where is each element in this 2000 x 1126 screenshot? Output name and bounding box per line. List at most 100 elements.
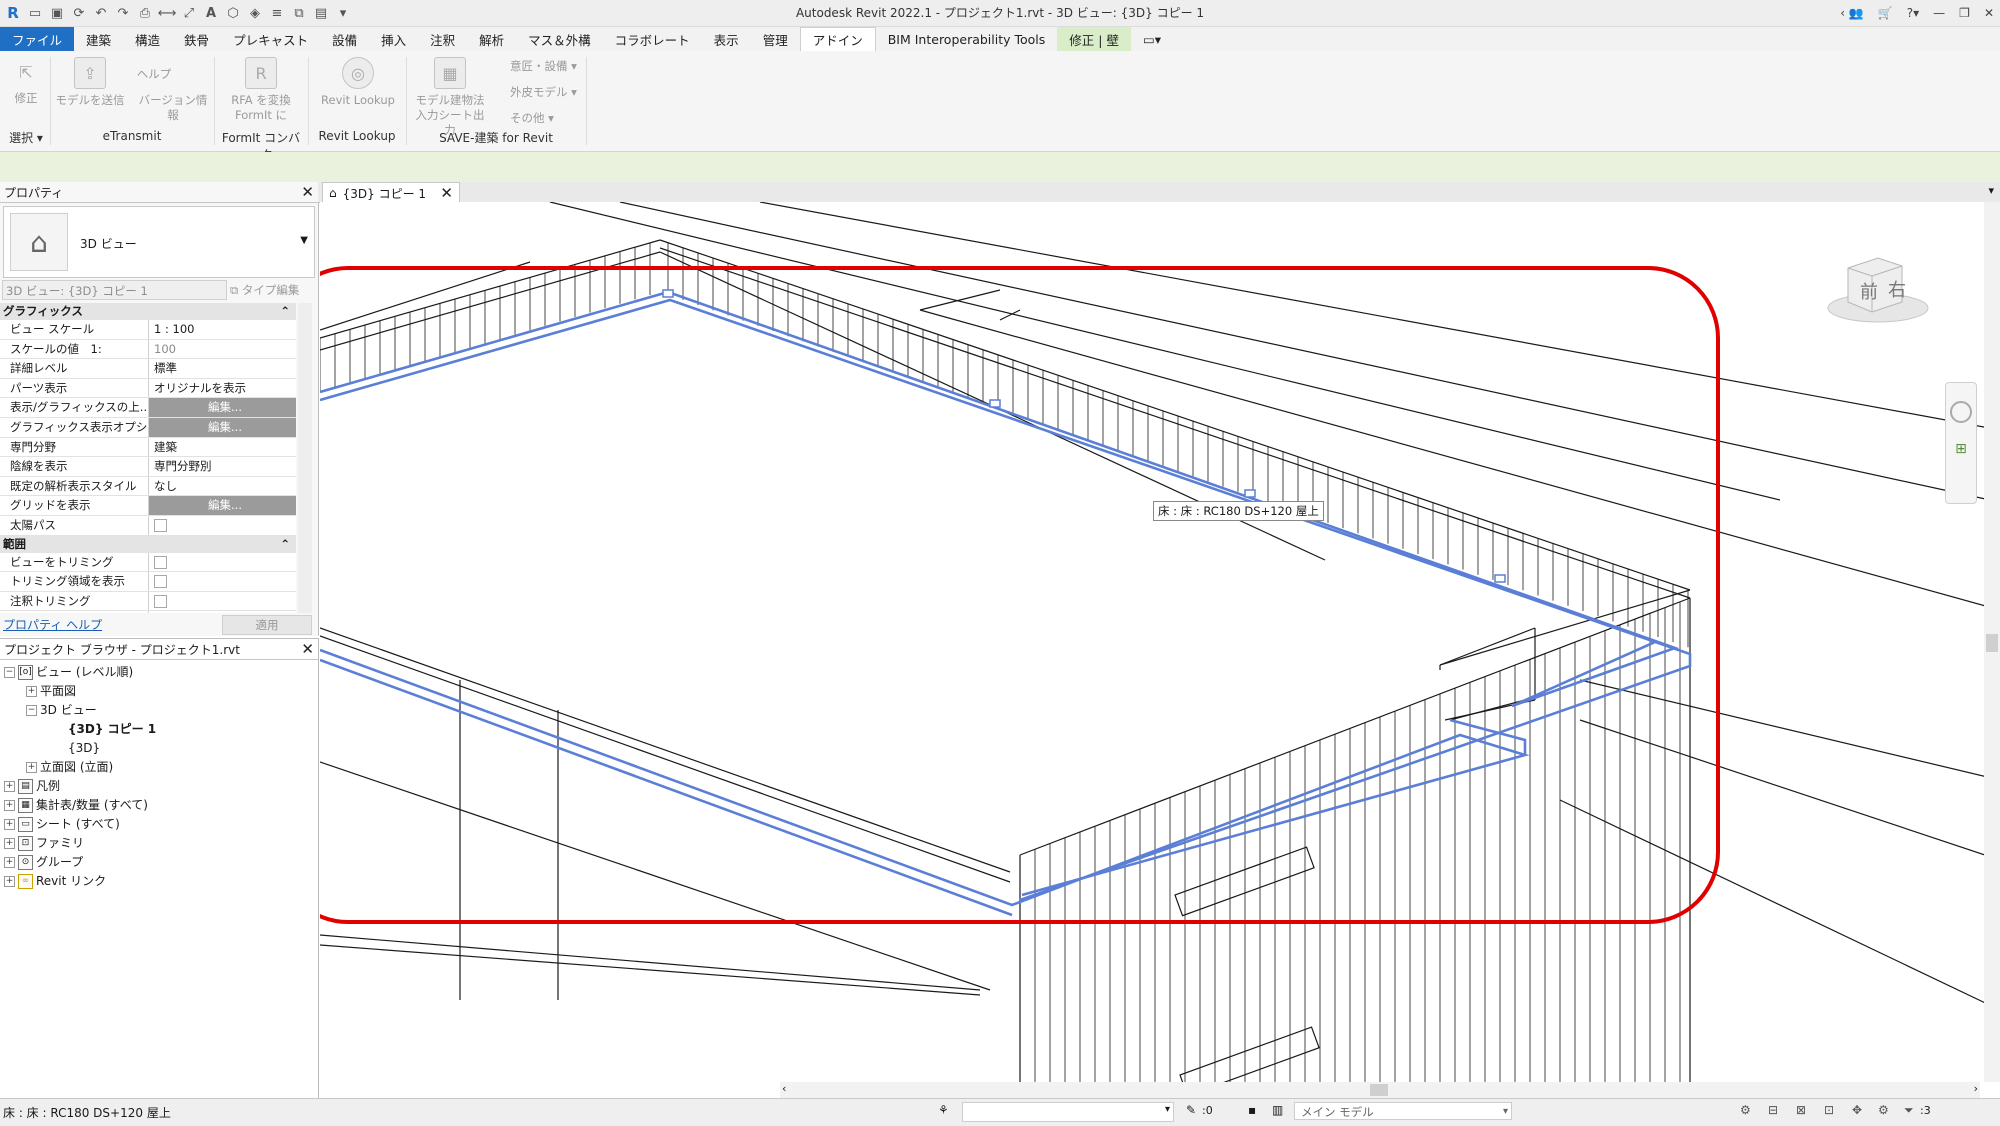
tree-item-views[interactable]: − [o] ビュー (レベル順) bbox=[4, 663, 133, 681]
collapse-icon[interactable]: ⌃ bbox=[280, 303, 290, 320]
expand-toggle-icon[interactable]: + bbox=[4, 837, 15, 849]
tab-modify-wall[interactable]: 修正 | 壁 bbox=[1057, 27, 1131, 51]
expand-toggle-icon[interactable]: + bbox=[4, 856, 15, 868]
prop-value[interactable]: 標準 bbox=[149, 359, 296, 378]
type-selector[interactable]: ⌂ 3D ビュー ▼ bbox=[3, 206, 315, 278]
infocenter-search-icon[interactable]: ‹ 👥 bbox=[1840, 6, 1864, 20]
checkbox[interactable] bbox=[154, 575, 167, 589]
tree-item-plans[interactable]: + 平面図 bbox=[26, 682, 76, 700]
close-window-button[interactable]: ✕ bbox=[1984, 6, 1994, 20]
drawing-area[interactable]: 床 : 床 : RC180 DS+120 屋上 前 右 ⊞ bbox=[320, 202, 2000, 1082]
tab-analyze[interactable]: 解析 bbox=[467, 27, 516, 51]
prop-value[interactable]: オリジナルを表示 bbox=[149, 378, 296, 398]
expand-toggle-icon[interactable]: + bbox=[26, 685, 37, 697]
skin-model-dropdown[interactable]: 外皮モデル ▾ bbox=[510, 85, 577, 100]
tab-bim-interoperability[interactable]: BIM Interoperability Tools bbox=[876, 27, 1058, 51]
expand-toggle-icon[interactable]: + bbox=[4, 818, 15, 830]
select-by-face-icon[interactable]: ⊡ bbox=[1824, 1103, 1834, 1117]
tree-item-groups[interactable]: + ⊙ グループ bbox=[4, 853, 83, 871]
edit-button[interactable]: 編集... bbox=[149, 398, 296, 417]
editing-requests-icon[interactable]: ✎ bbox=[1186, 1103, 1196, 1117]
tab-insert[interactable]: 挿入 bbox=[369, 27, 418, 51]
background-process-icon[interactable]: ⚙ bbox=[1878, 1103, 1889, 1117]
help-button[interactable]: ヘルプ bbox=[134, 67, 174, 82]
edit-button[interactable]: 編集... bbox=[149, 417, 296, 437]
chevron-down-icon[interactable]: ▾ bbox=[1165, 1104, 1170, 1115]
viewcube-front[interactable]: 前 bbox=[1860, 278, 1878, 304]
model-icon[interactable]: ▥ bbox=[1272, 1103, 1283, 1117]
view-tab[interactable]: ⌂ {3D} コピー 1 ✕ bbox=[322, 182, 460, 203]
cart-icon[interactable]: 🛒 bbox=[1878, 6, 1893, 20]
collapse-icon[interactable]: ⌃ bbox=[280, 536, 290, 553]
prop-value[interactable]: なし bbox=[149, 476, 296, 496]
design-equipment-dropdown[interactable]: 意匠・設備 ▾ bbox=[510, 59, 577, 74]
tree-item-3d-copy1[interactable]: {3D} コピー 1 bbox=[68, 720, 156, 738]
select-links-icon[interactable]: ⚙ bbox=[1740, 1103, 1751, 1117]
chevron-down-icon[interactable]: ▾ bbox=[1503, 1103, 1508, 1121]
tab-annotate[interactable]: 注釈 bbox=[418, 27, 467, 51]
instance-selector[interactable]: 3D ビュー: {3D} コピー 1 bbox=[2, 280, 227, 300]
zoom-icon[interactable]: ⊞ bbox=[1953, 441, 1969, 457]
steering-wheel-icon[interactable] bbox=[1950, 401, 1972, 423]
send-model-button[interactable]: ⇪ モデルを送信 bbox=[54, 57, 126, 108]
version-info-button[interactable]: バージョン情報 bbox=[134, 93, 212, 123]
tab-steel[interactable]: 鉄骨 bbox=[172, 27, 221, 51]
expand-toggle-icon[interactable]: + bbox=[4, 780, 15, 792]
scroll-left-icon[interactable]: ‹ bbox=[782, 1082, 786, 1095]
close-icon[interactable]: ✕ bbox=[301, 183, 314, 201]
prop-value[interactable]: 1 : 100 bbox=[149, 320, 296, 339]
model-3d-view[interactable] bbox=[320, 202, 2000, 1082]
scroll-right-icon[interactable]: › bbox=[1974, 1082, 1978, 1095]
design-option-dropdown[interactable]: メイン モデル ▾ bbox=[1294, 1102, 1512, 1120]
modify-button[interactable]: ⇱ 修正 bbox=[6, 57, 46, 106]
properties-scrollbar[interactable] bbox=[298, 303, 312, 613]
prop-value[interactable]: 建築 bbox=[149, 437, 296, 457]
scroll-thumb[interactable] bbox=[1370, 1084, 1388, 1096]
tab-addins[interactable]: アドイン bbox=[799, 27, 876, 51]
group-graphics[interactable]: グラフィックス ⌃ bbox=[0, 303, 296, 320]
expand-toggle-icon[interactable]: + bbox=[4, 799, 15, 811]
edit-type-button[interactable]: ⧉ タイプ編集 bbox=[230, 280, 310, 300]
panel-toggle-icon[interactable]: ▭▾ bbox=[1131, 27, 1173, 51]
revit-lookup-button[interactable]: ◎ Revit Lookup bbox=[318, 57, 398, 108]
tree-item-elevations[interactable]: + 立面図 (立面) bbox=[26, 758, 113, 776]
horizontal-scrollbar[interactable]: ‹ › bbox=[780, 1082, 1980, 1098]
rfa-convert-button[interactable]: R RFA を変換 FormIt に bbox=[228, 57, 294, 123]
scroll-thumb[interactable] bbox=[1986, 634, 1998, 652]
tab-systems[interactable]: 設備 bbox=[320, 27, 369, 51]
tab-precast[interactable]: プレキャスト bbox=[221, 27, 320, 51]
select-pinned-icon[interactable]: ⊠ bbox=[1796, 1103, 1806, 1117]
close-tab-icon[interactable]: ✕ bbox=[440, 184, 453, 202]
checkbox[interactable] bbox=[154, 594, 167, 608]
minimize-button[interactable]: — bbox=[1933, 6, 1945, 20]
vertical-scrollbar[interactable] bbox=[1984, 202, 2000, 1082]
tab-file[interactable]: ファイル bbox=[0, 27, 75, 51]
tree-item-3d[interactable]: {3D} bbox=[68, 739, 100, 757]
tab-massing[interactable]: マス＆外構 bbox=[516, 27, 603, 51]
filter-icon[interactable]: ⏷ bbox=[1904, 1103, 1914, 1118]
panel-select[interactable]: 選択 ▾ bbox=[4, 129, 48, 146]
tree-item-3d-views[interactable]: −3D ビュー bbox=[26, 701, 97, 719]
tree-item-revit-links[interactable]: + ∞ Revit リンク bbox=[4, 872, 106, 890]
model-export-button[interactable]: ▦ モデル建物法 入力シート出力 bbox=[410, 57, 490, 138]
collapse-toggle-icon[interactable]: − bbox=[4, 666, 15, 678]
design-options-icon[interactable]: ▪ bbox=[1248, 1103, 1256, 1117]
tab-view[interactable]: 表示 bbox=[702, 27, 751, 51]
chevron-down-icon[interactable]: ▼ bbox=[300, 235, 308, 246]
workset-dropdown[interactable]: ▾ bbox=[962, 1102, 1174, 1122]
expand-toggle-icon[interactable]: + bbox=[4, 875, 15, 887]
edit-button[interactable]: 編集... bbox=[149, 496, 296, 515]
expand-toggle-icon[interactable]: + bbox=[26, 761, 37, 773]
tree-item-sheets[interactable]: + ▭ シート (すべて) bbox=[4, 815, 120, 833]
drag-elements-icon[interactable]: ✥ bbox=[1852, 1103, 1862, 1117]
group-extents[interactable]: 範囲 ⌃ bbox=[0, 535, 296, 553]
help-icon[interactable]: ?▾ bbox=[1907, 6, 1919, 20]
tree-item-legends[interactable]: + ▤ 凡例 bbox=[4, 777, 60, 795]
workset-icon[interactable]: ⚘ bbox=[938, 1103, 949, 1117]
checkbox[interactable] bbox=[154, 555, 167, 569]
tree-item-families[interactable]: + ⊡ ファミリ bbox=[4, 834, 84, 852]
restore-button[interactable]: ❐ bbox=[1959, 6, 1970, 20]
tab-architecture[interactable]: 建築 bbox=[74, 27, 123, 51]
tab-structure[interactable]: 構造 bbox=[123, 27, 172, 51]
checkbox[interactable] bbox=[154, 518, 167, 532]
